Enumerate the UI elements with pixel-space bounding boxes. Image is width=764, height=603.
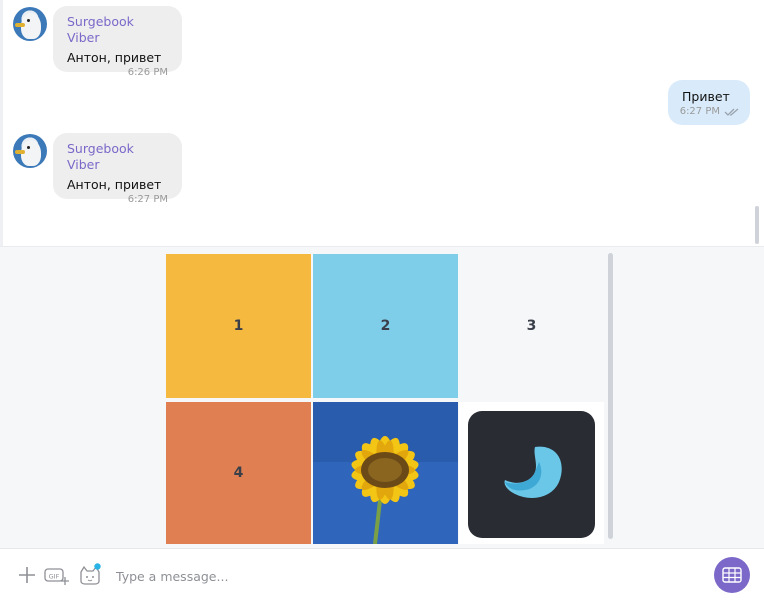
svg-text:GIF: GIF (49, 573, 60, 581)
chat-area: Surgebook Viber Антон, привет 6:26 PM Пр… (0, 0, 764, 246)
message-text: Антон, привет (67, 50, 162, 65)
message-time: 6:27 PM (679, 106, 720, 117)
tile-label: 1 (233, 318, 244, 334)
sunflower-image (313, 402, 458, 544)
app-logo-icon (468, 411, 595, 538)
outgoing-message[interactable]: Привет 6:27 PM (668, 80, 750, 125)
tile-label: 3 (526, 318, 537, 334)
sticker-panel-scrollbar[interactable] (608, 253, 613, 539)
sticker-panel: 1 2 3 4 (0, 246, 764, 549)
message-text: Антон, привет (67, 177, 162, 192)
incoming-message[interactable]: Surgebook Viber Антон, привет 6:27 PM (53, 133, 182, 205)
sticker-tile[interactable]: 4 (166, 402, 311, 544)
tile-label: 4 (233, 465, 244, 481)
sunflower-image-tile[interactable] (313, 402, 458, 544)
incoming-message[interactable]: Surgebook Viber Антон, привет 6:26 PM (53, 6, 182, 78)
chat-scrollbar[interactable] (755, 206, 759, 244)
message-time: 6:27 PM (127, 194, 168, 205)
sticker-icon[interactable] (78, 563, 102, 587)
app-logo-tile[interactable] (459, 402, 604, 544)
avatar[interactable] (13, 7, 47, 41)
sticker-tile[interactable]: 3 (459, 254, 604, 398)
grid-icon (722, 567, 742, 583)
double-check-icon (724, 108, 739, 116)
sticker-menu-button[interactable] (714, 557, 750, 593)
message-text: Привет (682, 89, 730, 104)
avatar[interactable] (13, 134, 47, 168)
sticker-tile[interactable]: 1 (166, 254, 311, 398)
gif-icon[interactable]: GIF (44, 563, 70, 587)
message-input[interactable] (114, 563, 698, 589)
tile-label: 2 (380, 318, 391, 334)
message-time: 6:26 PM (127, 67, 168, 78)
sender-name[interactable]: Surgebook Viber (67, 14, 168, 46)
sender-name[interactable]: Surgebook Viber (67, 141, 168, 173)
plus-icon[interactable] (15, 563, 39, 587)
sticker-tile[interactable]: 2 (313, 254, 458, 398)
input-bar: GIF (0, 548, 764, 603)
